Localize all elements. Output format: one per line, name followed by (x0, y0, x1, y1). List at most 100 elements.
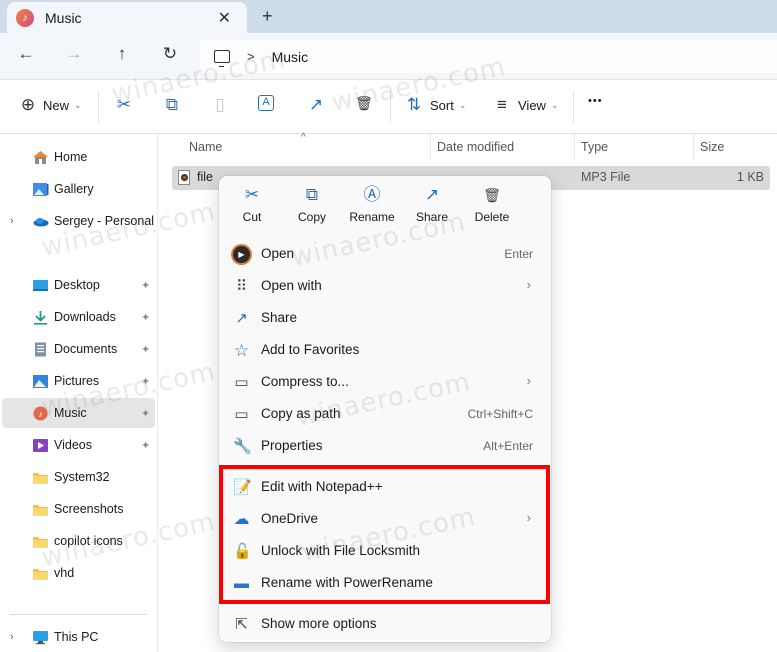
chevron-down-icon: ⌄ (458, 99, 467, 110)
menu-item-copy-as-path[interactable]: ▭ Copy as path Ctrl+Shift+C (223, 399, 547, 429)
menu-item-label: Properties (261, 438, 323, 453)
downloads-icon (34, 310, 47, 325)
column-header-size[interactable]: Size (700, 140, 724, 154)
sidebar-item-screenshots[interactable]: Screenshots (2, 494, 155, 524)
pin-icon[interactable]: ✦ (141, 375, 150, 388)
tab-title: Music (45, 9, 82, 26)
share-button[interactable]: ↗ (306, 95, 326, 115)
menu-item-label: Open with (261, 278, 322, 293)
new-tab-button[interactable]: + (262, 6, 273, 27)
menu-item-compress[interactable]: ▭ Compress to... › (223, 367, 547, 397)
menu-item-powerrename[interactable]: ▬ Rename with PowerRename (223, 568, 547, 598)
menu-share-button[interactable]: ↗ Share (403, 184, 461, 232)
scissors-icon: ✂ (244, 185, 260, 204)
sort-ascending-icon: ^ (301, 132, 306, 143)
new-button[interactable]: ⊕ New ⌄ (18, 95, 82, 115)
folder-icon (33, 472, 48, 484)
file-type: MP3 File (581, 170, 631, 184)
menu-item-open-with[interactable]: ⠿ Open with › (223, 271, 547, 301)
pin-icon[interactable]: ✦ (141, 343, 150, 356)
menu-copy-button[interactable]: ⧉ Copy (283, 184, 341, 232)
toolbar-divider (573, 91, 574, 123)
menu-item-onedrive[interactable]: ☁ OneDrive › (223, 504, 547, 534)
menu-rename-button[interactable]: Ⓐ Rename (343, 184, 401, 232)
menu-item-show-more-options[interactable]: ⇱ Show more options (223, 609, 547, 639)
media-player-icon: ▶ (233, 246, 250, 263)
sidebar-item-home[interactable]: Home (2, 142, 155, 172)
sidebar-item-vhd[interactable]: vhd (2, 558, 155, 588)
menu-item-shortcut: Enter (504, 247, 533, 261)
navigation-bar: ← → ↑ ↻ > Music (0, 33, 777, 80)
unlock-icon: 🔓 (233, 543, 252, 560)
more-options-button[interactable]: ••• (588, 95, 603, 107)
column-header-date[interactable]: Date modified (437, 140, 514, 154)
column-divider[interactable] (430, 134, 431, 160)
sidebar-item-onedrive[interactable]: › Sergey - Personal (2, 206, 155, 236)
sidebar-item-documents[interactable]: Documents ✦ (2, 334, 155, 364)
menu-item-label: Show more options (261, 616, 377, 631)
close-tab-icon[interactable]: ✕ (218, 8, 231, 28)
up-button[interactable]: ↑ (110, 44, 134, 64)
trash-icon: 🗑 (355, 95, 373, 111)
delete-button[interactable]: 🗑 (354, 95, 374, 112)
breadcrumb-chevron-icon[interactable]: > (247, 49, 255, 64)
desktop-icon (33, 279, 48, 291)
menu-item-edit-notepadpp[interactable]: 📝 Edit with Notepad++ (223, 472, 547, 502)
pin-icon[interactable]: ✦ (141, 407, 150, 420)
menu-item-label: Compress to... (261, 374, 349, 389)
toolbar-divider (98, 91, 99, 123)
sidebar-item-desktop[interactable]: Desktop ✦ (2, 270, 155, 300)
menu-item-file-locksmith[interactable]: 🔓 Unlock with File Locksmith (223, 536, 547, 566)
column-header-type[interactable]: Type (581, 140, 608, 154)
menu-delete-button[interactable]: 🗑 Delete (463, 184, 521, 232)
expand-chevron-icon[interactable]: › (10, 631, 14, 643)
context-menu: ✂ Cut ⧉ Copy Ⓐ Rename ↗ Share 🗑 Delete ▶… (219, 176, 551, 642)
breadcrumb-music[interactable]: Music (272, 49, 309, 65)
copy-button[interactable]: ⧉ (162, 95, 182, 115)
menu-item-properties[interactable]: 🔧 Properties Alt+Enter (223, 431, 547, 461)
sidebar-item-videos[interactable]: Videos ✦ (2, 430, 155, 460)
cut-button[interactable]: ✂ (114, 95, 134, 115)
sidebar-label: Desktop (54, 278, 100, 292)
pin-icon[interactable]: ✦ (141, 311, 150, 324)
menu-item-shortcut: Alt+Enter (483, 439, 533, 453)
sidebar-item-this-pc[interactable]: › This PC (2, 622, 155, 652)
sidebar-item-downloads[interactable]: Downloads ✦ (2, 302, 155, 332)
forward-button[interactable]: → (62, 44, 86, 64)
sidebar-item-gallery[interactable]: Gallery (2, 174, 155, 204)
sidebar-item-system32[interactable]: System32 (2, 462, 155, 492)
back-button[interactable]: ← (14, 44, 38, 64)
folder-icon (33, 536, 48, 548)
mp3-file-icon (178, 170, 190, 185)
plus-circle-icon: ⊕ (20, 95, 36, 114)
column-divider[interactable] (574, 134, 575, 160)
tab-music[interactable]: ♪ Music ✕ (7, 2, 247, 33)
copy-icon: ⧉ (165, 95, 179, 114)
zip-folder-icon: ▭ (234, 374, 249, 391)
pin-icon[interactable]: ✦ (141, 439, 150, 452)
sort-button[interactable]: ⇅ Sort ⌄ (404, 95, 467, 115)
computer-icon (214, 50, 230, 67)
address-bar[interactable]: > Music (200, 40, 777, 73)
column-header-name[interactable]: Name (189, 140, 222, 154)
home-icon (33, 150, 48, 164)
refresh-button[interactable]: ↻ (158, 44, 182, 64)
rename-button[interactable]: A (258, 95, 274, 111)
menu-item-add-to-favorites[interactable]: ☆ Add to Favorites (223, 335, 547, 365)
share-icon: ↗ (424, 185, 440, 204)
sidebar-item-music[interactable]: ♪ Music ✦ (2, 398, 155, 428)
sidebar-item-pictures[interactable]: Pictures ✦ (2, 366, 155, 396)
menu-item-open[interactable]: ▶ Open Enter (223, 239, 547, 269)
file-name: file (197, 170, 213, 184)
expand-chevron-icon[interactable]: › (10, 215, 14, 227)
pin-icon[interactable]: ✦ (141, 279, 150, 292)
column-divider[interactable] (693, 134, 694, 160)
rename-icon: Ⓐ (363, 185, 381, 204)
sidebar-item-copilot-icons[interactable]: copilot icons (2, 526, 155, 556)
menu-item-share[interactable]: ↗ Share (223, 303, 547, 333)
view-button[interactable]: ≡ View ⌄ (492, 95, 558, 115)
paste-button[interactable]: ▯ (210, 95, 230, 115)
videos-icon (33, 438, 48, 452)
menu-cut-button[interactable]: ✂ Cut (223, 184, 281, 232)
view-label: View (518, 97, 546, 113)
